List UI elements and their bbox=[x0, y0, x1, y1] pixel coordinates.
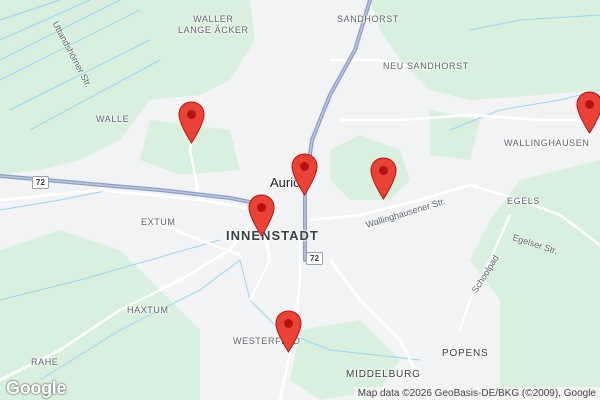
label-waller-lange-acker: WALLER LANGE ÄCKER bbox=[178, 14, 249, 35]
label-popens: POPENS bbox=[442, 348, 489, 359]
label-walle: WALLE bbox=[96, 114, 130, 124]
label-middelburg: MIDDELBURG bbox=[346, 369, 421, 380]
marker-walle[interactable] bbox=[178, 101, 205, 144]
marker-wallinghausen-edge[interactable] bbox=[576, 91, 600, 134]
map-canvas[interactable]: WALLER LANGE ÄCKER SANDHORST NEU SANDHOR… bbox=[0, 0, 600, 400]
marker-east[interactable] bbox=[370, 157, 397, 200]
route-shield-72-center: 72 bbox=[306, 252, 323, 265]
label-extum: EXTUM bbox=[141, 217, 176, 227]
map-attribution[interactable]: Map data ©2026 GeoBasis-DE/BKG (©2009), … bbox=[353, 387, 600, 400]
label-egels: EGELS bbox=[507, 196, 541, 206]
label-rahe: RAHE bbox=[31, 357, 59, 367]
google-logo[interactable]: Google bbox=[6, 378, 67, 399]
marker-westerfeld[interactable] bbox=[275, 310, 302, 353]
marker-aurich-center[interactable] bbox=[291, 153, 318, 196]
label-haxtum: HAXTUM bbox=[127, 305, 169, 315]
marker-innenstadt[interactable] bbox=[248, 194, 275, 237]
label-wallinghausen: WALLINGHAUSEN bbox=[504, 138, 590, 148]
label-sandhorst: SANDHORST bbox=[337, 14, 399, 24]
route-shield-72-west: 72 bbox=[32, 176, 49, 189]
label-neu-sandhorst: NEU SANDHORST bbox=[383, 61, 469, 71]
